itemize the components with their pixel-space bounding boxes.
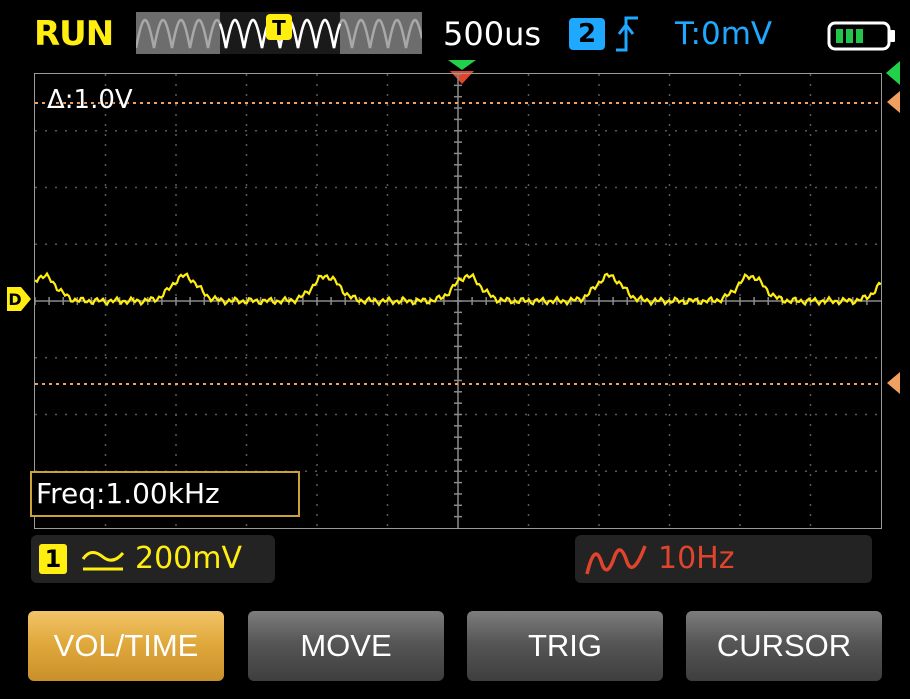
move-softkey[interactable]: MOVE — [248, 611, 444, 681]
run-status[interactable]: RUN — [34, 12, 114, 56]
overview-trigger-label: T — [272, 16, 286, 40]
battery-icon — [827, 20, 897, 56]
ch1-badge: 1 — [39, 544, 67, 574]
trigger-level-marker[interactable] — [884, 60, 902, 90]
rising-edge-icon — [614, 14, 640, 58]
ch1-offset-marker[interactable]: D — [6, 286, 32, 316]
trigger-source-badge[interactable]: 2 — [569, 18, 605, 50]
timebase-readout[interactable]: 500us — [443, 12, 541, 56]
ch1-volt-scale: 200mV — [135, 541, 243, 576]
cursor-a-marker[interactable] — [884, 90, 902, 118]
waveform-overview-bar[interactable]: T — [136, 12, 422, 54]
ch1-info-panel[interactable]: 1 200mV — [31, 535, 275, 583]
trig-softkey[interactable]: TRIG — [467, 611, 663, 681]
graticule — [35, 74, 881, 528]
vol-time-softkey[interactable]: VOL/TIME — [28, 611, 224, 681]
cursor-delta-readout: Δ:1.0V — [47, 85, 133, 115]
cursor-b-marker[interactable] — [884, 371, 902, 399]
dc-coupling-icon — [81, 545, 125, 577]
trigger-level-readout[interactable]: T:0mV — [675, 12, 772, 56]
overview-waveform: T — [136, 12, 422, 54]
cursor-softkey[interactable]: CURSOR — [686, 611, 882, 681]
frequency-readout: Freq:1.00kHz — [30, 471, 300, 517]
waveform-icon — [585, 542, 647, 580]
waveform-display[interactable]: Δ:1.0V — [34, 73, 882, 529]
math-info-panel[interactable]: 10Hz — [575, 535, 872, 583]
svg-text:D: D — [8, 290, 21, 309]
math-frequency: 10Hz — [658, 541, 735, 576]
